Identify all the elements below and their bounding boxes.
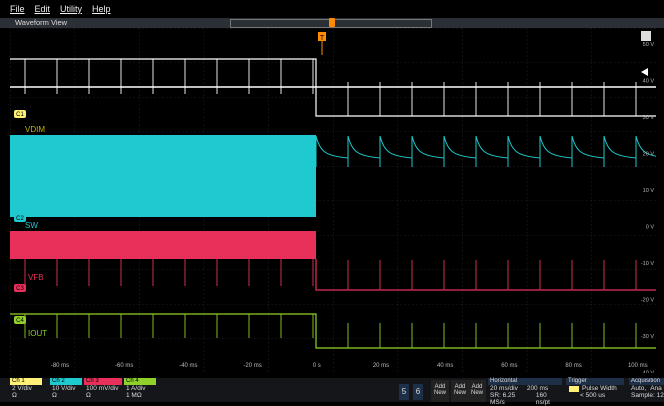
ch1-tab: Ch 1: [10, 378, 42, 385]
x-axis-tick-label: 60 ms: [501, 363, 517, 369]
ch3-block[interactable]: Ch 3 100 mV/div Ω: [84, 378, 122, 402]
ch2-tab: Ch 2: [50, 378, 82, 385]
right-axis-tick-label: 50 V: [643, 42, 655, 48]
ch4-impedance: 1 MΩ: [126, 392, 142, 399]
trigger-condition: < 500 us: [580, 392, 606, 399]
c4-badge-label: C4: [16, 318, 24, 324]
menu-edit[interactable]: Edit: [35, 4, 51, 14]
right-axis-tick-label: 40 V: [643, 79, 655, 85]
acquisition-title: Acquisition: [629, 378, 664, 385]
x-axis-tick-label: 20 ms: [373, 363, 389, 369]
ch1-block[interactable]: Ch 1 2 V/div Ω: [10, 378, 42, 402]
menu-file[interactable]: File: [10, 4, 25, 14]
add-new-ref-button[interactable]: Add New: [451, 380, 469, 402]
acquisition-block[interactable]: Acquisition Auto, Ana Sample: 12 b: [629, 378, 664, 402]
trigger-overview-marker[interactable]: [329, 18, 335, 27]
ch2-impedance: Ω: [52, 392, 57, 399]
sw-trace-dense: [10, 231, 316, 259]
sample-rate: SR: 6.25 MS/s: [490, 392, 516, 406]
acquisition-mode: Auto,: [631, 385, 647, 392]
menu-bar: File Edit Utility Help: [0, 0, 664, 18]
bottom-status-bar: Ch 1 2 V/div Ω Ch 2 10 V/div Ω Ch 3 100 …: [0, 378, 664, 406]
right-axis-tick-label: 10 V: [643, 188, 655, 194]
horizontal-scale: 20 ms/div: [490, 385, 518, 392]
new-label: New: [433, 390, 446, 396]
x-axis-tick-label: -80 ms: [51, 363, 69, 369]
trigger-row1: Pulse Width: [566, 385, 624, 392]
right-axis-tick-label: -10 V: [641, 261, 654, 267]
horizontal-row2: SR: 6.25 MS/s 160 ns/pt: [488, 392, 562, 406]
add-new-math-button[interactable]: Add New: [431, 380, 449, 402]
ch3-scale: 100 mV/div: [86, 385, 119, 392]
waveform-view-title: Waveform View: [15, 18, 68, 27]
ch1-impedance: Ω: [12, 392, 17, 399]
vfb-label: VFB: [28, 273, 44, 282]
ch3-impedance: Ω: [86, 392, 91, 399]
sw-label: SW: [25, 221, 38, 230]
right-axis-tick-label: -30 V: [641, 334, 654, 340]
ch3-tab: Ch 3: [84, 378, 122, 385]
horizontal-title: Horizontal: [488, 378, 562, 385]
c3-badge-label: C3: [16, 286, 24, 292]
trigger-t-label: T: [320, 35, 325, 42]
waveform-view-bar: Waveform View: [0, 18, 664, 28]
acquisition-type: Ana: [650, 385, 662, 392]
horizontal-block[interactable]: Horizontal 20 ms/div 200 ms SR: 6.25 MS/…: [488, 378, 562, 406]
ch2-block[interactable]: Ch 2 10 V/div Ω: [50, 378, 82, 402]
x-axis-tick-label: 0 s: [313, 363, 321, 369]
right-axis-tick-label: -20 V: [641, 298, 654, 304]
add-new-bus-button[interactable]: Add New: [468, 380, 486, 402]
menu-utility[interactable]: Utility: [60, 4, 82, 14]
acquisition-row1: Auto, Ana: [629, 385, 664, 392]
ch4-tab: Ch 4: [124, 378, 156, 385]
acquisition-sample: Sample: 12 b: [631, 392, 664, 399]
trigger-block[interactable]: Trigger Pulse Width < 500 us: [566, 378, 624, 402]
new-label-2: New: [453, 390, 466, 396]
vdim-label: VDIM: [25, 125, 45, 134]
right-axis-tick-label: 20 V: [643, 152, 655, 158]
x-axis-tick-label: -40 ms: [179, 363, 197, 369]
math-5-button[interactable]: 5: [399, 384, 409, 400]
trigger-ch-swatch-icon: [569, 385, 579, 392]
x-axis-tick-label: 80 ms: [565, 363, 581, 369]
ch4-scale: 1 A/div: [126, 385, 146, 392]
trigger-type: Pulse Width: [582, 385, 617, 392]
x-axis-tick-label: 40 ms: [437, 363, 453, 369]
right-axis-tick-label: -40 V: [641, 371, 654, 374]
waveform-display[interactable]: T C1 VDIM C2 SW VFB C3 IOUT C4 -80 ms -60…: [10, 28, 656, 373]
x-axis-tick-label: 100 ms: [628, 363, 648, 369]
scope-menu-icon[interactable]: [641, 31, 651, 41]
x-axis-tick-label: -60 ms: [115, 363, 133, 369]
math-6-button[interactable]: 6: [413, 384, 423, 400]
c2-badge-label: C2: [16, 216, 24, 222]
vdim-trace-dense: [10, 135, 316, 217]
right-axis-tick-label: 30 V: [643, 115, 655, 121]
right-axis-tick-label: 0 V: [646, 225, 655, 231]
iout-label: IOUT: [28, 329, 47, 338]
menu-help[interactable]: Help: [92, 4, 111, 14]
ch4-block[interactable]: Ch 4 1 A/div 1 MΩ: [124, 378, 156, 402]
trigger-title: Trigger: [566, 378, 624, 385]
x-axis-tick-label: -20 ms: [243, 363, 261, 369]
resolution: 160 ns/pt: [535, 392, 550, 406]
new-label-3: New: [470, 390, 483, 396]
horizontal-record: 200 ms: [526, 385, 549, 392]
c1-badge-label: C1: [16, 112, 24, 118]
horizontal-row1: 20 ms/div 200 ms: [488, 385, 562, 392]
ch2-scale: 10 V/div: [52, 385, 76, 392]
ch1-scale: 2 V/div: [12, 385, 32, 392]
